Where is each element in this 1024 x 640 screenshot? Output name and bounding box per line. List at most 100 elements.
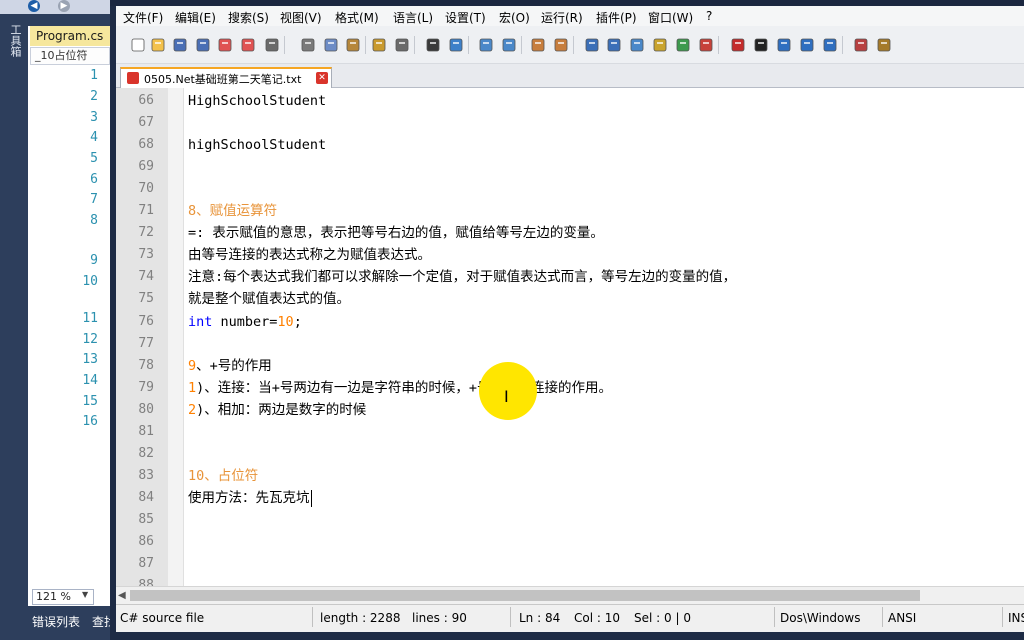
menu-item[interactable]: 视图(V) xyxy=(280,9,322,26)
text-token: 、+号的作用 xyxy=(196,357,272,374)
indent-guide-icon[interactable] xyxy=(629,37,645,53)
menu-item[interactable]: 编辑(E) xyxy=(175,9,216,26)
line-number: 88 xyxy=(138,578,154,586)
ibeam-cursor-icon: I xyxy=(504,387,509,406)
menu-item[interactable]: 格式(M) xyxy=(335,9,379,26)
editor-line[interactable]: 84 使用方法：先瓦克坑 xyxy=(116,487,1024,509)
function-list-icon[interactable] xyxy=(698,37,714,53)
menu-item[interactable]: 文件(F) xyxy=(123,9,163,26)
document-tab[interactable]: 0505.Net基础班第二天笔记.txt ✕ xyxy=(120,67,332,88)
paste-icon[interactable] xyxy=(345,37,361,53)
editor-line[interactable]: 67 xyxy=(116,112,1024,134)
menu-item[interactable]: 语言(L) xyxy=(393,9,433,26)
doc-map-icon[interactable] xyxy=(675,37,691,53)
sync-vertical-icon[interactable] xyxy=(530,37,546,53)
save-macro-icon[interactable] xyxy=(822,37,838,53)
line-number: 87 xyxy=(138,556,154,572)
undo-icon[interactable] xyxy=(371,37,387,53)
menu-item[interactable]: 设置(T) xyxy=(445,9,486,26)
close-all-icon[interactable] xyxy=(240,37,256,53)
menu-item[interactable]: ? xyxy=(706,9,712,23)
vs-line-number: 4 xyxy=(90,130,98,145)
notepad-plus-plus-window: 文件(F) 编辑(E) 搜索(S) 视图(V) 格式(M) 语言(L) 设置(T) 宏(O) 运… xyxy=(110,0,1024,640)
copy-icon[interactable] xyxy=(323,37,339,53)
editor-line[interactable]: 71 8、赋值运算符 xyxy=(116,200,1024,222)
editor-line[interactable]: 86 xyxy=(116,531,1024,553)
editor-line[interactable]: 82 xyxy=(116,443,1024,465)
editor-line[interactable]: 70 xyxy=(116,178,1024,200)
save-icon[interactable] xyxy=(172,37,188,53)
scrollbar-thumb[interactable] xyxy=(130,590,920,601)
editor-line[interactable]: 75 就是整个赋值表达式的值。 xyxy=(116,288,1024,310)
editor-line[interactable]: 83 10、占位符 xyxy=(116,465,1024,487)
chevron-down-icon[interactable]: ▼ xyxy=(82,590,88,599)
sync-horizontal-icon[interactable] xyxy=(553,37,569,53)
menu-item[interactable]: 搜索(S) xyxy=(228,9,269,26)
text-token: 由等号连接的表达式称之为赋值表达式。 xyxy=(188,247,431,264)
editor-line[interactable]: 69 xyxy=(116,156,1024,178)
redo-icon[interactable] xyxy=(394,37,410,53)
new-file-icon[interactable] xyxy=(130,37,146,53)
save-all-icon[interactable] xyxy=(195,37,211,53)
play-macro-icon[interactable] xyxy=(776,37,792,53)
editor-line[interactable]: 78 9、+号的作用 xyxy=(116,355,1024,377)
horizontal-scrollbar[interactable]: ◀ xyxy=(116,586,1024,604)
menu-item[interactable]: 宏(O) xyxy=(499,9,530,26)
line-number: 74 xyxy=(138,269,154,285)
editor-line[interactable]: 73 由等号连接的表达式称之为赋值表达式。 xyxy=(116,244,1024,266)
error-list-tab[interactable]: 错误列表 xyxy=(32,613,80,630)
editor-line[interactable]: 76 int number=10; xyxy=(116,311,1024,333)
close-icon[interactable] xyxy=(217,37,233,53)
close-tab-icon[interactable]: ✕ xyxy=(316,72,328,84)
forward-arrow-icon[interactable]: ▶ xyxy=(58,0,70,12)
print-icon[interactable] xyxy=(264,37,280,53)
open-file-icon[interactable] xyxy=(150,37,166,53)
spellcheck-icon[interactable] xyxy=(853,37,869,53)
plugin-icon[interactable] xyxy=(876,37,892,53)
stop-macro-icon[interactable] xyxy=(753,37,769,53)
zoom-out-icon[interactable] xyxy=(501,37,517,53)
editor-line[interactable]: 77 xyxy=(116,333,1024,355)
line-number: 86 xyxy=(138,534,154,549)
word-wrap-icon[interactable] xyxy=(584,37,600,53)
user-lang-icon[interactable] xyxy=(652,37,668,53)
line-number: 66 xyxy=(138,93,154,108)
line-text: =: 表示赋值的意思，表示把等号右边的值，赋值给等号左边的变量。 xyxy=(188,222,604,244)
editor-line[interactable]: 68 highSchoolStudent xyxy=(116,134,1024,156)
vs-file-tab[interactable]: Program.cs xyxy=(30,26,110,46)
text-editor[interactable]: 66 HighSchoolStudent 67 68 highSchoolStudent… xyxy=(116,88,1024,586)
vs-line-number: 16 xyxy=(82,414,98,429)
replace-icon[interactable] xyxy=(448,37,464,53)
editor-line[interactable]: 72 =: 表示赋值的意思，表示把等号右边的值，赋值给等号左边的变量。 xyxy=(116,222,1024,244)
text-token: HighSchoolStudent xyxy=(188,93,327,109)
editor-line[interactable]: 81 xyxy=(116,421,1024,443)
editor-line[interactable]: 74 注意:每个表达式我们都可以求解除一个定值，对于赋值表达式而言，等号左边的变量… xyxy=(116,266,1024,288)
run-macro-multiple-icon[interactable] xyxy=(799,37,815,53)
line-text: 使用方法：先瓦克坑 xyxy=(188,487,310,509)
menu-item[interactable]: 插件(P) xyxy=(596,9,637,26)
editor-line[interactable]: 66 HighSchoolStudent xyxy=(116,90,1024,112)
back-arrow-icon[interactable]: ◀ xyxy=(28,0,40,12)
toolbox-tab[interactable]: 工具箱 xyxy=(9,24,22,57)
scroll-left-arrow-icon[interactable]: ◀ xyxy=(118,590,126,601)
editor-line[interactable]: 80 2)、相加：两边是数字的时候 xyxy=(116,399,1024,421)
editor-line[interactable]: 79 1)、连接：当+号两边有一边是字符串的时候，+号就起到连接的作用。 xyxy=(116,377,1024,399)
vs-navigation-dropdown[interactable]: _10占位符 xyxy=(30,47,110,65)
text-token: number= xyxy=(212,313,278,330)
text-token: 1 xyxy=(188,379,197,396)
menu-item[interactable]: 运行(R) xyxy=(541,9,583,26)
editor-line[interactable]: 85 xyxy=(116,509,1024,531)
record-macro-icon[interactable] xyxy=(730,37,746,53)
vs-line-number: 1 xyxy=(90,68,98,83)
menu-item[interactable]: 窗口(W) xyxy=(648,9,693,26)
zoom-in-icon[interactable] xyxy=(478,37,494,53)
text-token: )、相加：两边是数字的时候 xyxy=(196,401,367,418)
find-icon[interactable] xyxy=(425,37,441,53)
cut-icon[interactable] xyxy=(300,37,316,53)
editor-line[interactable]: 88 xyxy=(116,575,1024,586)
line-number: 78 xyxy=(138,357,154,373)
text-token: 9 xyxy=(188,357,197,374)
show-all-chars-icon[interactable] xyxy=(606,37,622,53)
toolbar-separator xyxy=(414,36,415,54)
editor-line[interactable]: 87 xyxy=(116,553,1024,575)
